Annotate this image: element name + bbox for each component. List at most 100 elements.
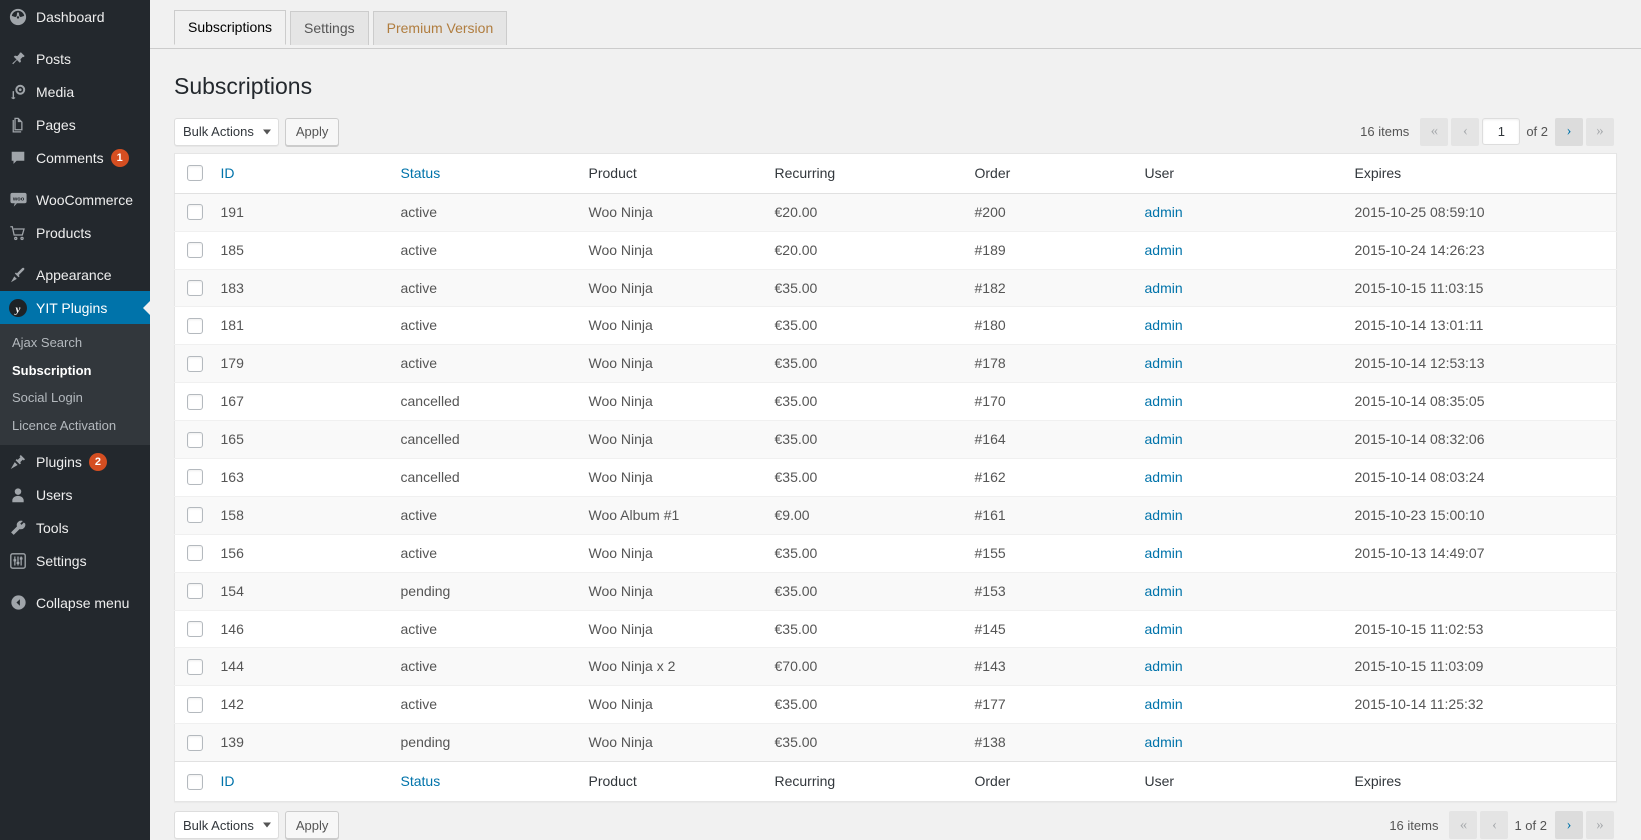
sidebar-item-products[interactable]: Products bbox=[0, 216, 150, 249]
next-page-button-top[interactable]: › bbox=[1555, 117, 1583, 146]
user-link[interactable]: admin bbox=[1145, 621, 1183, 637]
cell-product: Woo Ninja bbox=[588, 431, 653, 448]
first-page-button-top[interactable]: « bbox=[1420, 117, 1449, 146]
select-all-checkbox-foot[interactable] bbox=[187, 773, 203, 790]
row-checkbox[interactable] bbox=[187, 696, 203, 713]
wp-admin-screen: Dashboard Posts Media Pages Comments 1 woo WooC… bbox=[0, 0, 1641, 840]
sidebar-item-posts[interactable]: Posts bbox=[0, 42, 150, 75]
row-checkbox[interactable] bbox=[187, 355, 203, 372]
row-checkbox[interactable] bbox=[187, 621, 203, 638]
sidebar-item-appearance[interactable]: Appearance bbox=[0, 258, 150, 291]
user-link[interactable]: admin bbox=[1145, 658, 1183, 674]
user-link[interactable]: admin bbox=[1145, 583, 1183, 599]
user-link[interactable]: admin bbox=[1145, 734, 1183, 750]
sidebar-item-settings[interactable]: Settings bbox=[0, 544, 150, 577]
user-link[interactable]: admin bbox=[1145, 696, 1183, 712]
last-page-button-top[interactable]: » bbox=[1586, 117, 1614, 146]
cell-status: active bbox=[400, 544, 438, 561]
column-header-product: Product bbox=[579, 153, 765, 193]
sidebar-item-collapse-menu[interactable]: Collapse menu bbox=[0, 586, 150, 619]
column-sort-link[interactable]: Status bbox=[401, 165, 441, 181]
prev-page-button-bottom[interactable]: ‹ bbox=[1480, 811, 1509, 840]
row-checkbox[interactable] bbox=[187, 280, 203, 296]
sidebar-item-tools[interactable]: Tools bbox=[0, 511, 150, 544]
row-checkbox[interactable] bbox=[187, 507, 203, 524]
row-checkbox[interactable] bbox=[187, 734, 203, 751]
tab-settings[interactable]: Settings bbox=[290, 11, 369, 46]
first-page-button-bottom[interactable]: « bbox=[1449, 811, 1478, 840]
submenu-item-subscription[interactable]: Subscription bbox=[0, 357, 150, 385]
user-link[interactable]: admin bbox=[1145, 280, 1183, 296]
prev-page-button-top[interactable]: ‹ bbox=[1451, 117, 1480, 146]
current-page-input-top[interactable] bbox=[1482, 118, 1521, 146]
table-header-row: ID Status Product Recurring Order User Expires bbox=[174, 153, 1617, 194]
user-link[interactable]: admin bbox=[1145, 355, 1183, 371]
submenu-item-ajax-search[interactable]: Ajax Search bbox=[0, 329, 150, 357]
row-checkbox[interactable] bbox=[187, 658, 203, 675]
user-link[interactable]: admin bbox=[1145, 393, 1183, 409]
row-checkbox[interactable] bbox=[187, 431, 203, 448]
sidebar-item-users[interactable]: Users bbox=[0, 478, 150, 511]
cell-order: #164 bbox=[974, 431, 1006, 448]
table-row: 158 active Woo Album #1 €9.00 #161 admin 2015-… bbox=[174, 496, 1617, 535]
cell-product: Woo Ninja bbox=[588, 469, 653, 486]
sidebar-item-media[interactable]: Media bbox=[0, 75, 150, 108]
dashboard-icon bbox=[8, 7, 28, 27]
row-select-cell bbox=[175, 572, 211, 610]
cell-user: admin bbox=[1135, 648, 1345, 686]
user-link[interactable]: admin bbox=[1145, 469, 1183, 485]
user-link[interactable]: admin bbox=[1145, 204, 1183, 220]
tab-subscriptions[interactable]: Subscriptions bbox=[174, 10, 287, 46]
user-link[interactable]: admin bbox=[1145, 317, 1183, 333]
cell-recurring: €70.00 bbox=[774, 658, 818, 675]
row-select-cell bbox=[175, 345, 211, 383]
page-content: Subscriptions Bulk Actions Apply 16 item… bbox=[150, 49, 1641, 840]
cell-product: Woo Ninja bbox=[588, 241, 653, 258]
menu-separator bbox=[0, 33, 150, 42]
submenu-item-social-login[interactable]: Social Login bbox=[0, 384, 150, 412]
row-checkbox[interactable] bbox=[187, 204, 203, 221]
cell-expires: 2015-10-14 11:25:32 bbox=[1354, 696, 1484, 713]
bulk-actions-select-top[interactable]: Bulk Actions bbox=[174, 117, 279, 146]
cell-user: admin bbox=[1135, 421, 1345, 459]
sidebar-item-woocommerce[interactable]: woo WooCommerce bbox=[0, 183, 150, 216]
bulk-actions-group: Bulk Actions Apply bbox=[174, 117, 340, 146]
user-link[interactable]: admin bbox=[1145, 431, 1183, 447]
column-header-expires: Expires bbox=[1345, 153, 1617, 193]
row-checkbox[interactable] bbox=[187, 545, 203, 562]
sidebar-item-comments[interactable]: Comments 1 bbox=[0, 141, 150, 174]
user-link[interactable]: admin bbox=[1145, 545, 1183, 561]
column-sort-link[interactable]: ID bbox=[221, 165, 235, 181]
sidebar-item-pages[interactable]: Pages bbox=[0, 108, 150, 141]
pages-icon bbox=[8, 115, 28, 135]
column-sort-link[interactable]: ID bbox=[221, 773, 235, 789]
cell-expires: 2015-10-14 08:35:05 bbox=[1354, 393, 1485, 410]
row-select-cell bbox=[175, 231, 211, 269]
user-link[interactable]: admin bbox=[1145, 507, 1183, 523]
sidebar-item-dashboard[interactable]: Dashboard bbox=[0, 0, 150, 33]
media-icon bbox=[8, 82, 28, 102]
yit-plugins-submenu: Ajax Search Subscription Social Login Licen… bbox=[0, 324, 150, 446]
apply-button-bottom[interactable]: Apply bbox=[284, 811, 340, 840]
select-all-checkbox-head[interactable] bbox=[187, 165, 203, 182]
user-link[interactable]: admin bbox=[1145, 242, 1183, 258]
sidebar-item-yit-plugins[interactable]: y YIT Plugins bbox=[0, 291, 151, 324]
apply-button-top[interactable]: Apply bbox=[284, 117, 340, 146]
menu-item-label: Plugins bbox=[36, 453, 82, 470]
column-sort-link[interactable]: Status bbox=[401, 773, 441, 789]
sidebar-item-plugins[interactable]: Plugins 2 bbox=[0, 445, 150, 478]
row-checkbox[interactable] bbox=[187, 393, 203, 410]
row-select-cell bbox=[175, 496, 211, 534]
row-select-cell bbox=[175, 269, 211, 307]
cell-product: Woo Ninja bbox=[588, 696, 653, 713]
tab-premium-version[interactable]: Premium Version bbox=[372, 11, 508, 46]
next-page-button-bottom[interactable]: › bbox=[1555, 811, 1583, 840]
row-checkbox[interactable] bbox=[187, 242, 203, 259]
bulk-actions-selected-value: Bulk Actions bbox=[183, 124, 254, 140]
row-checkbox[interactable] bbox=[187, 583, 203, 600]
submenu-item-licence-activation[interactable]: Licence Activation bbox=[0, 412, 150, 440]
row-checkbox[interactable] bbox=[187, 469, 203, 486]
bulk-actions-select-bottom[interactable]: Bulk Actions bbox=[174, 811, 279, 840]
row-checkbox[interactable] bbox=[187, 317, 203, 334]
last-page-button-bottom[interactable]: » bbox=[1586, 811, 1614, 840]
